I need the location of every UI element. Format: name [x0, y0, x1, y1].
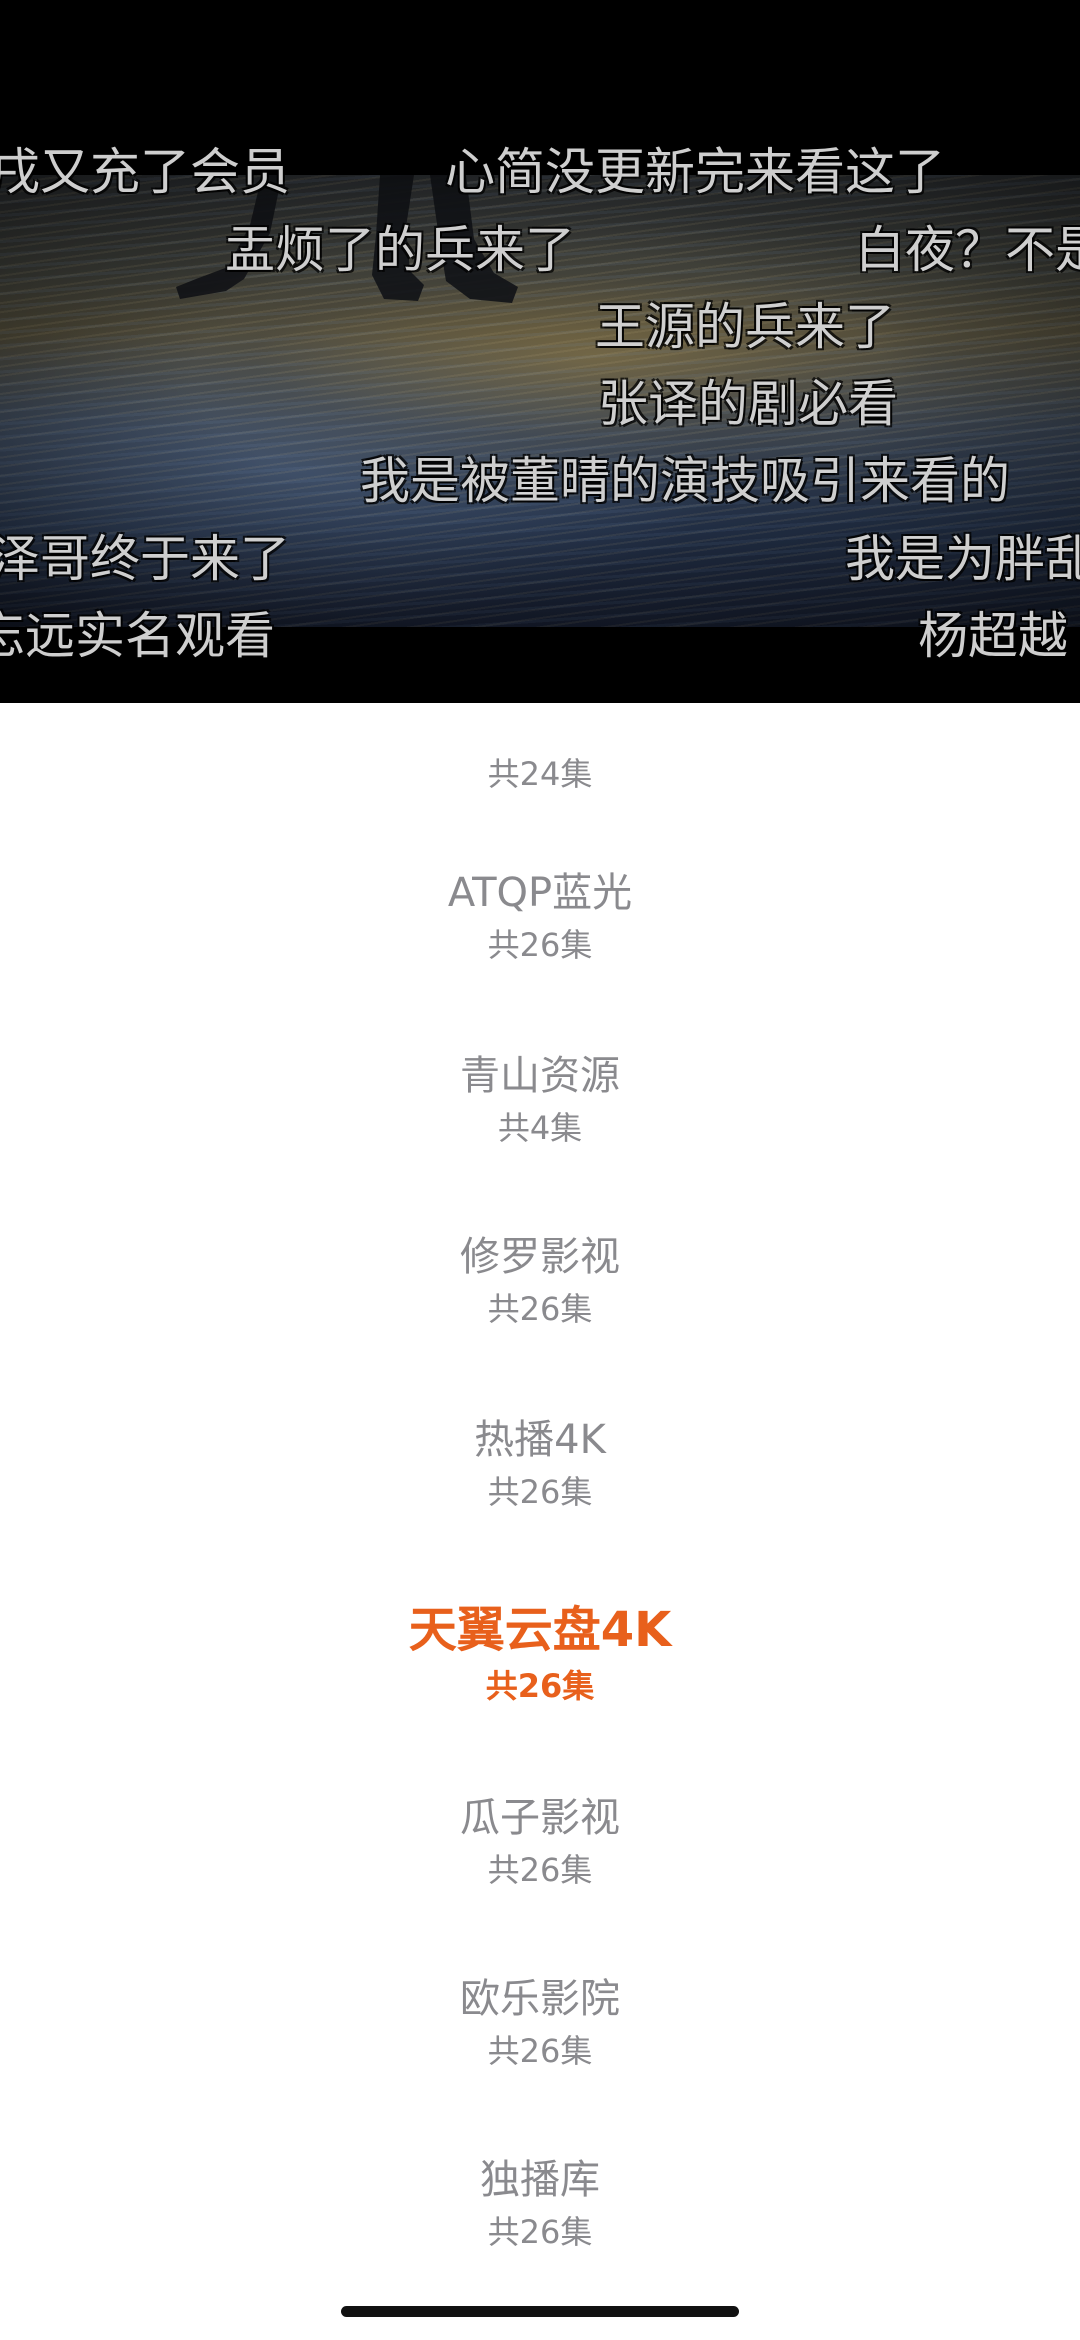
source-episode-count: 共26集: [485, 1667, 595, 1705]
danmaku-comment: 泽哥终于来了: [0, 530, 290, 588]
source-item[interactable]: ATQP蓝光 共26集: [0, 868, 1080, 966]
source-episode-count: 共26集: [487, 2032, 593, 2070]
source-name: ATQP蓝光: [447, 870, 633, 916]
source-episode-count: 共26集: [487, 926, 593, 964]
source-item-selected[interactable]: 天翼云盘4K 共26集: [0, 1601, 1080, 1707]
source-name: 修罗影视: [460, 1234, 620, 1280]
source-episode-count: 共26集: [487, 1473, 593, 1511]
danmaku-comment: 戌又充了会员: [0, 143, 290, 201]
danmaku-comment: 忘远实名观看: [0, 607, 275, 665]
source-name: 瓜子影视: [460, 1795, 620, 1841]
source-name: 独播库: [480, 2157, 600, 2203]
source-item[interactable]: 青山资源 共4集: [0, 1051, 1080, 1149]
video-player[interactable]: 戌又充了会员 心简没更新完来看这了 盂烦了的兵来了 白夜？不是 王源的兵来了 张…: [0, 0, 1080, 703]
source-episode-count: 共4集: [497, 1109, 583, 1147]
danmaku-comment: 王源的兵来了: [595, 298, 895, 356]
danmaku-comment: 白夜？不是: [855, 221, 1080, 279]
danmaku-comment: 张译的剧必看: [598, 375, 898, 433]
source-episode-count: 共24集: [487, 755, 593, 793]
home-indicator[interactable]: [341, 2306, 739, 2317]
source-name: 热播4K: [474, 1417, 606, 1463]
danmaku-comment: 我是为胖乱: [845, 530, 1080, 588]
source-name: 青山资源: [460, 1053, 620, 1099]
danmaku-comment: 盂烦了的兵来了: [225, 221, 575, 279]
source-episode-count: 共26集: [487, 1290, 593, 1328]
source-item[interactable]: 修罗影视 共26集: [0, 1232, 1080, 1330]
source-item[interactable]: 热播4K 共26集: [0, 1415, 1080, 1513]
danmaku-comment: 心简没更新完来看这了: [445, 143, 945, 201]
danmaku-comment: 我是被董晴的演技吸引来看的: [360, 452, 1010, 510]
source-name: 欧乐影院: [460, 1976, 620, 2022]
source-list[interactable]: 共24集 ATQP蓝光 共26集 青山资源 共4集 修罗影视 共26集 热播4K…: [0, 703, 1080, 2340]
source-item[interactable]: 瓜子影视 共26集: [0, 1793, 1080, 1891]
source-episode-count: 共26集: [487, 1851, 593, 1889]
source-item[interactable]: 欧乐影院 共26集: [0, 1974, 1080, 2072]
source-episode-count: 共26集: [487, 2213, 593, 2251]
source-name: 天翼云盘4K: [408, 1602, 672, 1658]
danmaku-comment: 杨超越: [918, 607, 1068, 665]
source-item[interactable]: 独播库 共26集: [0, 2155, 1080, 2253]
source-item[interactable]: 共24集: [0, 747, 1080, 795]
